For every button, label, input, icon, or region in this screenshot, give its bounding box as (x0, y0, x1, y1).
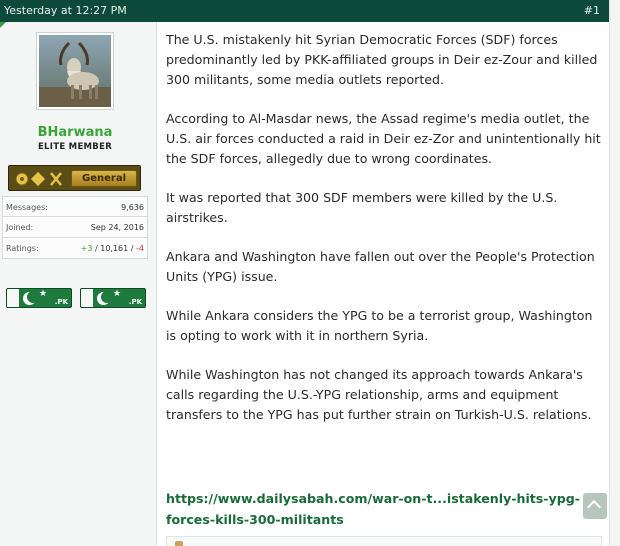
pakistan-flag-badge-2: ★ .PK (80, 288, 146, 308)
post-permalink[interactable]: #1 (584, 4, 600, 17)
joined-date: Sep 24, 2016 (90, 223, 144, 232)
user-stats: Messages: 9,636 Joined: Sep 24, 2016 Rat… (2, 196, 148, 259)
post-footer-box (166, 536, 602, 546)
post-paragraph: The U.S. mistakenly hit Syrian Democrati… (166, 32, 598, 87)
stat-joined: Joined: Sep 24, 2016 (2, 217, 148, 238)
chevron-up-icon (586, 499, 602, 515)
post-paragraph: It was reported that 300 SDF members wer… (166, 190, 558, 225)
post-content: The U.S. mistakenly hit Syrian Democrati… (166, 30, 602, 444)
avatar[interactable] (36, 32, 114, 110)
user-sidebar: BHarwana ELITE MEMBER General Messages: … (0, 22, 157, 546)
source-link[interactable]: https://www.dailysabah.com/war-on-t...is… (166, 488, 602, 530)
user-title: ELITE MEMBER (37, 142, 113, 152)
username[interactable]: BHarwana (0, 125, 150, 140)
rank-label: General (71, 170, 137, 187)
stat-ratings: Ratings: +3 / 10,161 / -4 (2, 238, 148, 259)
corner-marker (0, 22, 6, 28)
post-header: Yesterday at 12:27 PM #1 (0, 0, 610, 22)
ratings-value[interactable]: +3 / 10,161 / -4 (81, 244, 144, 253)
post-paragraph: While Ankara considers the YPG to be a t… (166, 308, 593, 343)
rank-emblem-icon (15, 171, 62, 187)
markhor-goat-avatar (39, 35, 111, 107)
post-paragraph: While Washington has not changed its app… (166, 367, 592, 422)
scroll-to-top-button[interactable] (583, 493, 607, 519)
post-paragraph: Ankara and Washington have fallen out ov… (166, 249, 595, 284)
footer-icon (175, 541, 183, 546)
star-icon: ★ (39, 289, 48, 299)
messages-count[interactable]: 9,636 (121, 203, 144, 212)
pakistan-flag-badge-1: ★ .PK (6, 288, 72, 308)
rank-banner: General (8, 165, 141, 191)
post-date[interactable]: Yesterday at 12:27 PM (4, 4, 127, 17)
post-paragraph: According to Al-Masdar news, the Assad r… (166, 111, 601, 166)
stat-messages: Messages: 9,636 (2, 196, 148, 217)
page-frame-right (609, 0, 620, 546)
star-icon: ★ (113, 289, 122, 299)
